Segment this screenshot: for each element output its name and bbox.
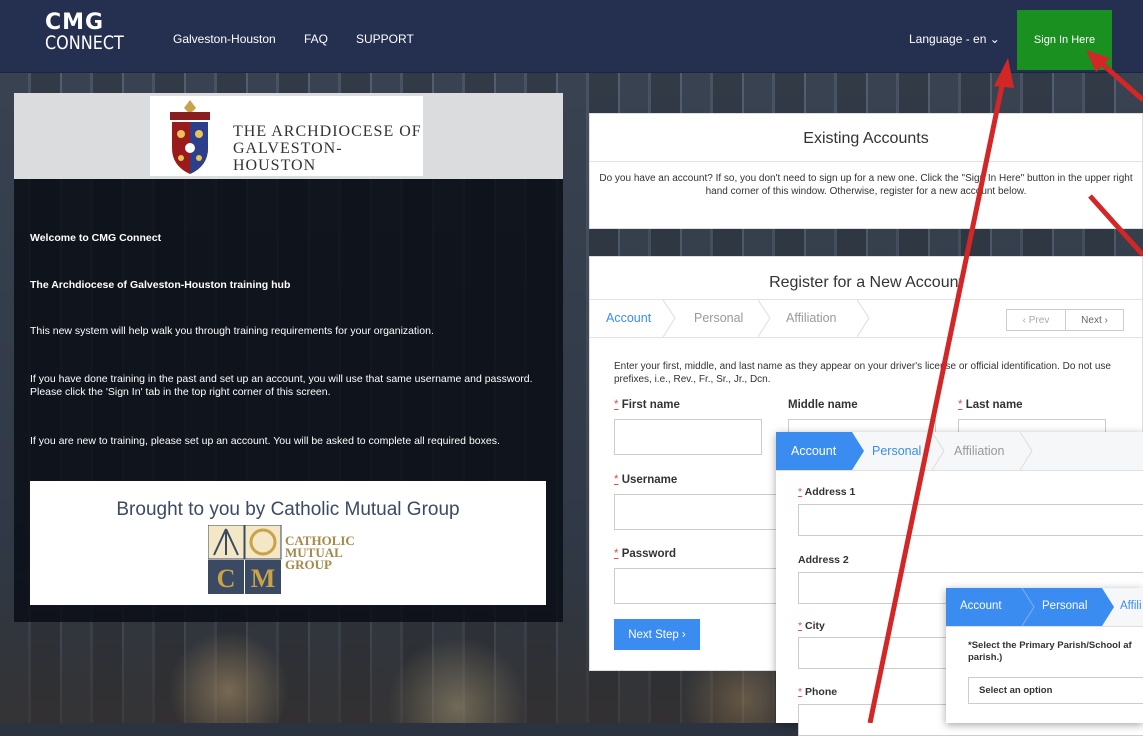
existing-accounts-title: Existing Accounts [803, 130, 929, 147]
catholic-mutual-logo-icon: C M [208, 525, 282, 594]
tab-affiliation[interactable]: Affiliation [954, 444, 1005, 458]
tab-personal[interactable]: Personal [872, 444, 921, 458]
address2-label: Address 2 [798, 554, 849, 566]
tab-account[interactable]: Account [606, 311, 651, 325]
existing-accounts-card: Existing Accounts Do you have an account… [589, 113, 1143, 229]
password-label: * Password [614, 548, 677, 560]
arch-line1: THE ARCHDIOCESE OF [233, 123, 422, 140]
returning-paragraph: If you have done training in the past an… [30, 373, 533, 398]
name-instructions: Enter your first, middle, and last name … [614, 361, 1111, 385]
prev-button[interactable]: ‹ Prev [1007, 315, 1065, 326]
archdiocese-crest-icon [170, 100, 210, 174]
chevron-down-icon: ⌄ [989, 32, 1000, 46]
hub-heading: The Archdiocese of Galveston-Houston tra… [30, 279, 291, 291]
welcome-heading: Welcome to CMG Connect [30, 232, 162, 244]
logo-line2: CONNECT [45, 31, 124, 54]
username-label: * Username [614, 474, 678, 486]
middle-name-label: Middle name [788, 399, 858, 411]
tab-separator [663, 300, 676, 337]
prev-label: Prev [1028, 314, 1050, 326]
pager: ‹ Prev Next › [1006, 309, 1124, 331]
sign-in-button[interactable]: Sign In Here [1017, 10, 1112, 70]
next-button[interactable]: Next › [1066, 315, 1123, 326]
top-navbar: CMG CONNECT Galveston-Houston FAQ SUPPOR… [0, 0, 1143, 73]
tab-separator [932, 432, 945, 470]
svg-text:C: C [217, 564, 236, 593]
new-user-paragraph: If you are new to training, please set u… [30, 435, 500, 447]
cm-line3: GROUP [285, 557, 332, 572]
tab-account[interactable]: Account [960, 600, 1002, 612]
archdiocese-banner: THE ARCHDIOCESE OF GALVESTON-HOUSTON [14, 93, 563, 179]
tab-separator [857, 300, 870, 337]
primary-parish-select[interactable]: Select an option [968, 677, 1143, 704]
tab-account[interactable]: Account [791, 444, 836, 458]
welcome-panel: THE ARCHDIOCESE OF GALVESTON-HOUSTON Wel… [14, 93, 563, 622]
nav-support[interactable]: SUPPORT [356, 32, 414, 46]
catholic-mutual-wordmark: CATHOLIC MUTUAL GROUP [285, 534, 355, 572]
tab-personal[interactable]: Personal [694, 311, 743, 325]
next-step-button[interactable]: Next Step › [614, 619, 700, 650]
first-name-input[interactable] [614, 419, 762, 455]
tab-personal[interactable]: Personal [1042, 600, 1087, 612]
first-name-text: First name [621, 399, 680, 411]
last-name-text: Last name [965, 399, 1023, 411]
card-divider [590, 337, 1142, 338]
phone-text: Phone [805, 686, 838, 698]
arch-line2: GALVESTON-HOUSTON [233, 140, 343, 174]
nav-galveston-houston[interactable]: Galveston-Houston [173, 32, 276, 46]
city-text: City [805, 620, 825, 632]
svg-text:M: M [251, 564, 276, 593]
first-name-label: * First name [614, 399, 680, 411]
register-title: Register for a New Account [769, 274, 963, 291]
affiliation-step-preview: Account Personal Affili *Select the Prim… [946, 588, 1143, 723]
tab-separator [1020, 432, 1033, 470]
next-step-label: Next Step [628, 628, 679, 641]
phone-label: * Phone [798, 686, 838, 698]
intro-paragraph: This new system will help walk you throu… [30, 325, 434, 337]
tab-separator [758, 300, 771, 337]
language-dropdown[interactable]: Language - en ⌄ [909, 32, 1000, 46]
password-text: Password [621, 548, 677, 560]
city-label: * City [798, 620, 825, 632]
archdiocese-name: THE ARCHDIOCESE OF GALVESTON-HOUSTON [233, 123, 423, 174]
address1-text: Address 1 [804, 486, 856, 498]
select-value: Select an option [979, 685, 1053, 696]
city-input[interactable] [798, 637, 950, 669]
primary-parish-text-2: parish.) [968, 652, 1003, 663]
tab-affiliation[interactable]: Affiliation [786, 311, 837, 325]
address1-input[interactable] [798, 504, 1143, 536]
existing-accounts-text: Do you have an account? If so, you don't… [599, 173, 1133, 197]
sponsor-title: Brought to you by Catholic Mutual Group [116, 499, 460, 520]
language-label: Language - en [909, 32, 987, 46]
last-name-label: * Last name [958, 399, 1023, 411]
card-divider [590, 161, 1142, 162]
cmg-connect-logo[interactable]: CMG CONNECT [45, 12, 124, 54]
archdiocese-logo: THE ARCHDIOCESE OF GALVESTON-HOUSTON [150, 96, 423, 176]
next-label: Next [1081, 314, 1102, 326]
register-tabbar: Account Personal Affiliation ‹ Prev Next… [590, 300, 1142, 337]
primary-parish-text-1: *Select the Primary Parish/School af [968, 640, 1132, 651]
username-text: Username [621, 474, 678, 486]
address1-label: * Address 1 [798, 486, 856, 498]
primary-parish-label: *Select the Primary Parish/School af par… [968, 640, 1143, 664]
nav-faq[interactable]: FAQ [304, 32, 328, 46]
sponsor-box: Brought to you by Catholic Mutual Group … [30, 481, 546, 605]
tab-affiliation[interactable]: Affili [1120, 600, 1142, 612]
